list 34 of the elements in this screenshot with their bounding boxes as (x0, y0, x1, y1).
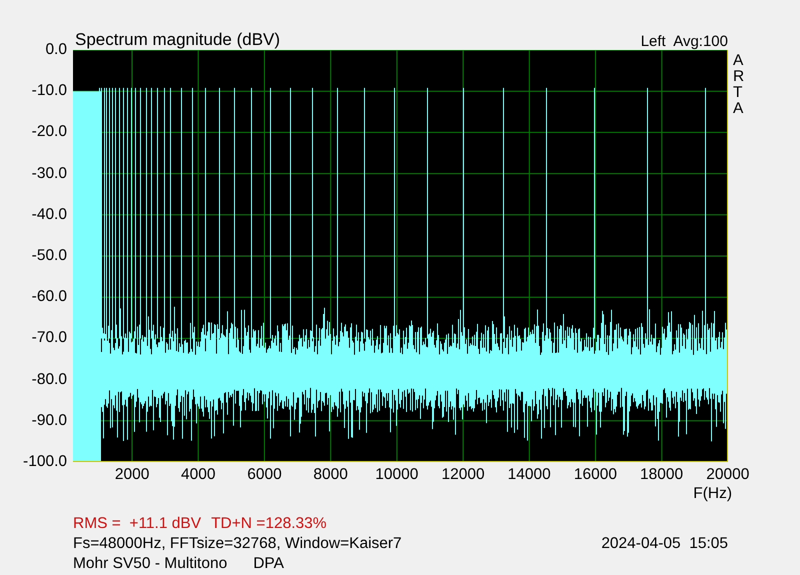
y-tick-label: -10.0 (32, 82, 67, 100)
y-tick-label: -50.0 (32, 246, 67, 265)
x-tick-label: 2000 (114, 466, 150, 485)
brand-letter: R (733, 69, 744, 85)
y-tick-label: -30.0 (32, 164, 67, 183)
brand-letter: A (733, 53, 744, 69)
device-name: Mohr SV50 - Multitono (73, 554, 228, 574)
y-tick-label: -80.0 (32, 370, 67, 388)
x-tick-label: 12000 (440, 466, 486, 485)
probe-name: DPA (253, 554, 284, 574)
brand-letter: T (733, 85, 742, 101)
x-tick-label: 6000 (246, 466, 283, 485)
x-tick-label: 4000 (180, 466, 217, 485)
y-tick-label: 0.0 (45, 41, 67, 59)
x-tick-label: 18000 (639, 466, 684, 485)
rms-reading: RMS = +11.1 dBV (73, 514, 202, 534)
y-tick-label: -60.0 (32, 288, 67, 306)
thd-reading: TD+N =128.33% (211, 514, 327, 534)
x-tick-label: 20000 (705, 466, 750, 485)
y-tick-label: -40.0 (32, 206, 67, 224)
x-axis-label: F(Hz) (693, 485, 732, 504)
y-tick-label: -100.0 (23, 452, 67, 471)
settings-text: Fs=48000Hz, FFTsize=32768, Window=Kaiser7 (73, 534, 402, 554)
x-tick-label: 14000 (506, 466, 552, 485)
channel-average-label: Left Avg:100 (640, 33, 728, 50)
brand-letter: A (733, 101, 744, 117)
x-tick-label: 8000 (312, 466, 349, 485)
y-tick-label: -70.0 (32, 329, 67, 348)
x-tick-label: 10000 (374, 466, 420, 485)
x-tick-label: 16000 (572, 466, 618, 485)
timestamp: 2024-04-05 15:05 (601, 534, 728, 554)
y-tick-label: -90.0 (32, 412, 67, 430)
chart-title: Spectrum magnitude (dBV) (75, 30, 280, 50)
y-tick-label: -20.0 (32, 123, 67, 142)
